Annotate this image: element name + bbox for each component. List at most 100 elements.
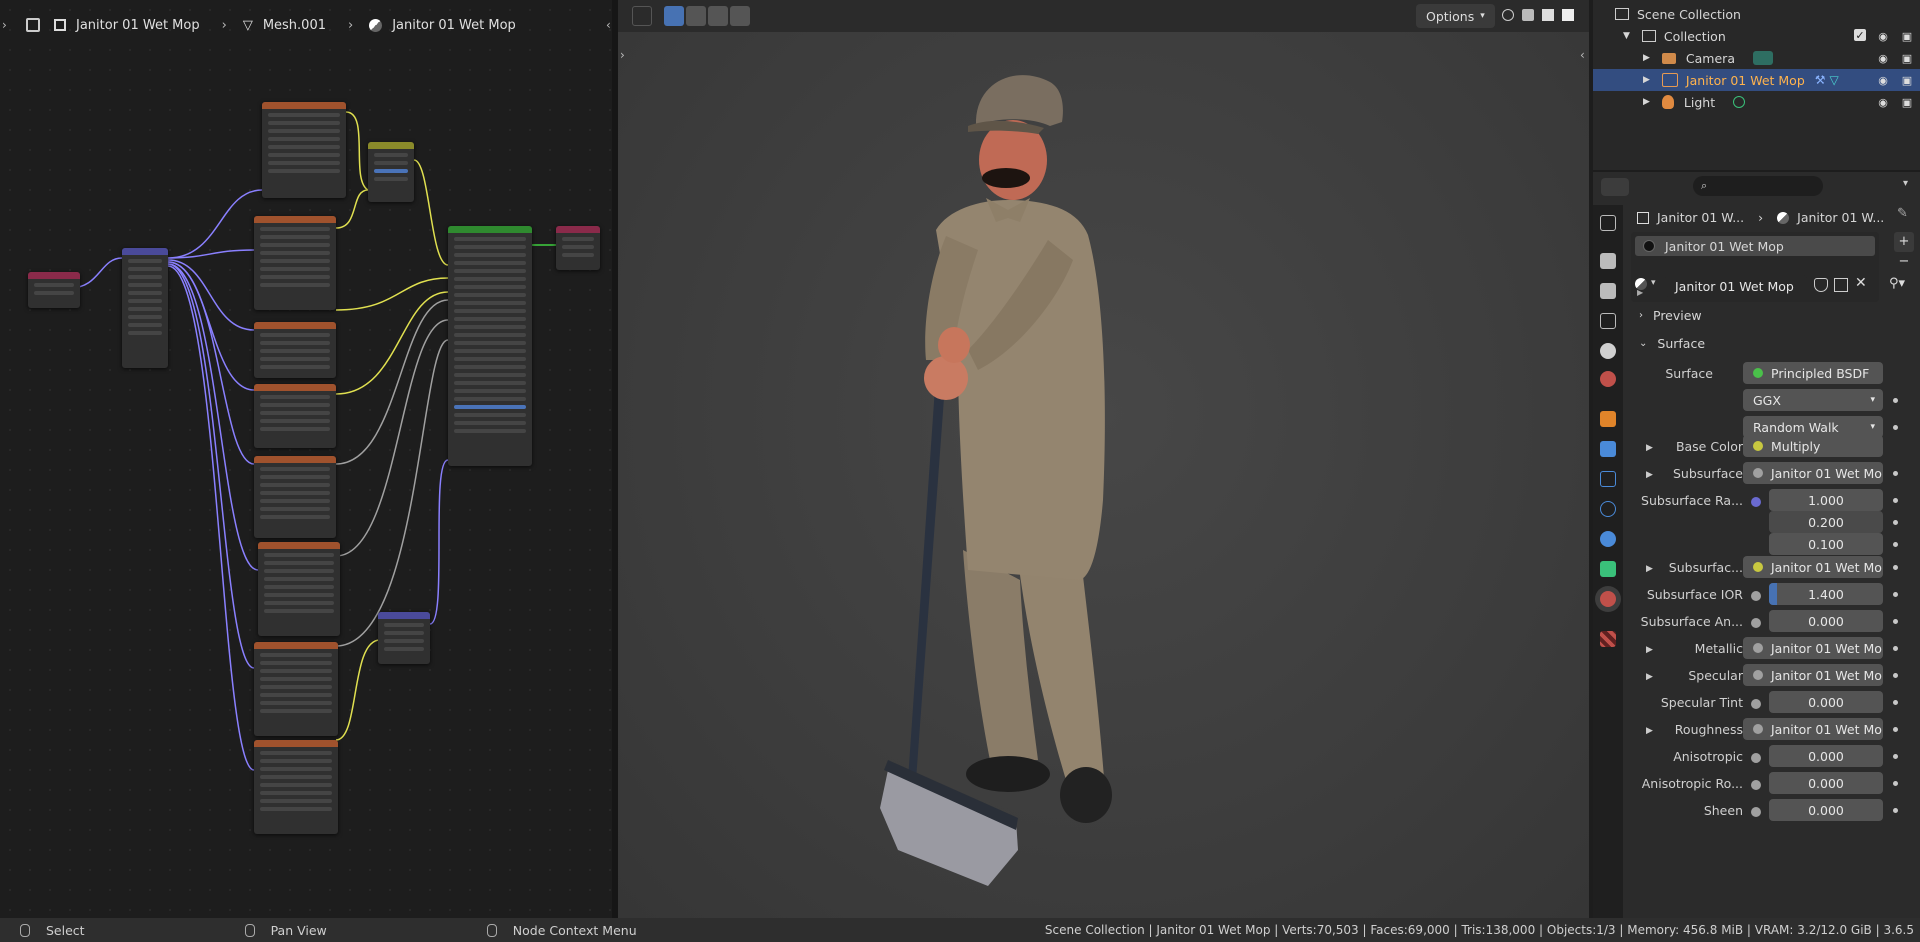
image-texture-node[interactable] <box>254 384 336 448</box>
material-shading-icon[interactable] <box>1542 9 1554 21</box>
subsurface-radius-z[interactable]: 0.100 <box>1769 533 1883 555</box>
wireframe-shading-icon[interactable] <box>1502 9 1514 21</box>
expand-right-icon[interactable]: ▶ <box>1643 97 1650 107</box>
input-field-roughness[interactable]: Janitor 01 Wet Mop... <box>1743 718 1883 740</box>
keyframe-dot-icon[interactable] <box>1893 646 1898 651</box>
eye-icon[interactable]: ◉ <box>1876 51 1890 65</box>
light-data-icon[interactable] <box>1733 96 1746 108</box>
keyframe-dot-icon[interactable] <box>1893 619 1898 624</box>
scene-tab-icon[interactable] <box>1600 343 1616 359</box>
texcoord-node[interactable] <box>28 272 80 308</box>
unlink-icon[interactable]: ✕ <box>1855 275 1867 291</box>
input-field-metallic[interactable]: Janitor 01 Wet Mop... <box>1743 637 1883 659</box>
select-extend-icon[interactable] <box>686 6 706 26</box>
input-field-specular[interactable]: Janitor 01 Wet Mop... <box>1743 664 1883 686</box>
subsurface-ior-slider[interactable]: 1.400 <box>1769 583 1883 605</box>
keyframe-dot-icon[interactable] <box>1893 754 1898 759</box>
expand-right-icon[interactable]: ▶ <box>1643 75 1650 85</box>
particles-tab-icon[interactable] <box>1600 471 1616 487</box>
3d-viewport[interactable] <box>618 0 1589 918</box>
solid-shading-icon[interactable] <box>1522 9 1534 21</box>
keyframe-dot-icon[interactable] <box>1893 398 1898 403</box>
keyframe-dot-icon[interactable] <box>1893 565 1898 570</box>
surface-shader-field[interactable]: Principled BSDF <box>1743 362 1883 384</box>
select-subtract-icon[interactable] <box>708 6 728 26</box>
node-tree-icon[interactable]: ⚲▾ <box>1889 276 1905 291</box>
image-texture-node[interactable] <box>254 216 336 310</box>
subsurface-radius-y[interactable]: 0.200 <box>1769 511 1883 533</box>
keyframe-dot-icon[interactable] <box>1893 592 1898 597</box>
object-tab-icon[interactable] <box>1600 411 1616 427</box>
anisotropic-rotation-field[interactable]: 0.000 <box>1769 772 1883 794</box>
outliner-item-janitor[interactable]: ▶ Janitor 01 Wet Mop ⚒ ▽ ◉ ▣ <box>1593 69 1920 91</box>
distribution-dropdown[interactable]: GGX ▾ <box>1743 389 1883 411</box>
duplicate-icon[interactable] <box>1834 278 1848 292</box>
camera-render-icon[interactable]: ▣ <box>1900 73 1914 87</box>
output-tab-icon[interactable] <box>1600 283 1616 299</box>
texture-tab-icon[interactable] <box>1600 631 1616 647</box>
outliner-collection[interactable]: ▼ Collection ✓ ◉ ▣ <box>1593 25 1920 47</box>
input-field-base-color[interactable]: Multiply <box>1743 435 1883 457</box>
keyframe-dot-icon[interactable] <box>1893 498 1898 503</box>
select-intersect-icon[interactable] <box>730 6 750 26</box>
modifier-tab-icon[interactable] <box>1600 441 1616 457</box>
mapping-node[interactable] <box>122 248 168 368</box>
search-input[interactable] <box>1711 179 1812 193</box>
pin-icon[interactable]: ✎ <box>1897 206 1908 221</box>
view-layer-tab-icon[interactable] <box>1600 313 1616 329</box>
checkbox-icon[interactable]: ✓ <box>1854 29 1866 42</box>
image-texture-node[interactable] <box>254 322 336 378</box>
rendered-shading-icon[interactable] <box>1562 9 1574 21</box>
keyframe-dot-icon[interactable] <box>1893 781 1898 786</box>
normal-map-node[interactable] <box>378 612 430 664</box>
keyframe-dot-icon[interactable] <box>1893 700 1898 705</box>
node-editor[interactable]: Janitor 01 Wet Mop › ▽ Mesh.001 › Janito… <box>0 0 612 918</box>
image-texture-node[interactable] <box>254 740 338 834</box>
camera-render-icon[interactable]: ▣ <box>1900 95 1914 109</box>
chevron-down-icon[interactable]: ▾ <box>1903 178 1908 189</box>
modifier-wrench-icon[interactable]: ⚒ <box>1815 73 1826 87</box>
add-slot-button[interactable]: + <box>1894 232 1914 252</box>
eye-icon[interactable]: ◉ <box>1876 95 1890 109</box>
remove-slot-button[interactable]: − <box>1894 254 1914 272</box>
tool-tab-icon[interactable] <box>1600 215 1616 231</box>
material-browse-icon[interactable] <box>1635 278 1647 290</box>
render-tab-icon[interactable] <box>1600 253 1616 269</box>
keyframe-dot-icon[interactable] <box>1893 808 1898 813</box>
input-field-subsurface-color[interactable]: Janitor 01 Wet Mop... <box>1743 556 1883 578</box>
mix-node[interactable] <box>368 142 414 202</box>
constraints-tab-icon[interactable] <box>1600 531 1616 547</box>
editor-type-icon[interactable] <box>1601 178 1629 196</box>
image-texture-node[interactable] <box>258 542 340 636</box>
mesh-data-icon[interactable]: ▽ <box>1830 73 1839 87</box>
keyframe-dot-icon[interactable] <box>1893 425 1898 430</box>
image-texture-node[interactable] <box>254 456 336 538</box>
world-tab-icon[interactable] <box>1600 371 1616 387</box>
outliner-item-camera[interactable]: ▶ Camera ◉ ▣ <box>1593 47 1920 69</box>
keyframe-dot-icon[interactable] <box>1893 542 1898 547</box>
sidebar-toggle-icon[interactable]: ‹ <box>1580 48 1585 62</box>
camera-render-icon[interactable]: ▣ <box>1900 29 1914 43</box>
material-name-field[interactable]: Janitor 01 Wet Mop <box>1665 275 1807 297</box>
image-texture-node[interactable] <box>262 102 346 198</box>
select-box-icon[interactable] <box>664 6 684 26</box>
keyframe-dot-icon[interactable] <box>1893 471 1898 476</box>
sheen-field[interactable]: 0.000 <box>1769 799 1883 821</box>
properties-search[interactable]: ⌕ <box>1693 176 1823 196</box>
camera-render-icon[interactable]: ▣ <box>1900 51 1914 65</box>
fake-user-icon[interactable] <box>1814 278 1828 292</box>
eye-icon[interactable]: ◉ <box>1876 73 1890 87</box>
eye-icon[interactable]: ◉ <box>1876 29 1890 43</box>
viewport-collapse-icon[interactable]: › <box>620 48 625 62</box>
camera-data-icon[interactable] <box>1752 51 1773 65</box>
outliner-scene-collection[interactable]: Scene Collection <box>1593 3 1920 25</box>
keyframe-dot-icon[interactable] <box>1893 673 1898 678</box>
outliner[interactable]: Scene Collection ▼ Collection ✓ ◉ ▣ ▶ Ca… <box>1593 0 1920 170</box>
input-field-subsurface[interactable]: Janitor 01 Wet Mop... <box>1743 462 1883 484</box>
material-output-node[interactable] <box>556 226 600 270</box>
keyframe-dot-icon[interactable] <box>1893 520 1898 525</box>
preview-panel-header[interactable]: › Preview <box>1631 304 1917 326</box>
data-tab-icon[interactable] <box>1600 561 1616 577</box>
physics-tab-icon[interactable] <box>1600 501 1616 517</box>
expand-down-icon[interactable]: ▼ <box>1623 31 1630 41</box>
